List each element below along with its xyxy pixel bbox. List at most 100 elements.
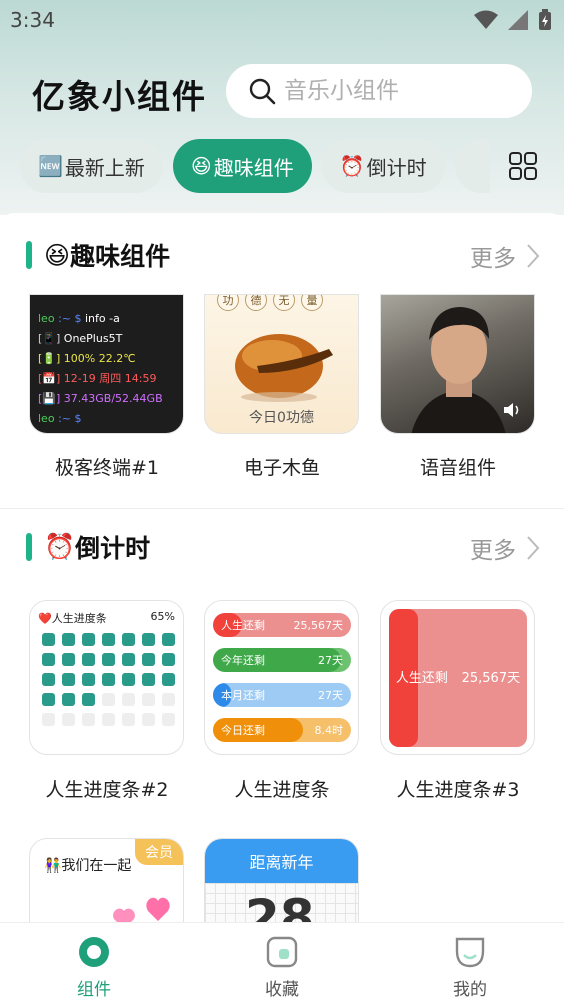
progress-dot bbox=[42, 633, 55, 646]
alarm-clock-icon: ⏰ bbox=[339, 154, 365, 178]
status-time: 3:34 bbox=[10, 8, 55, 32]
progress-dot bbox=[142, 713, 155, 726]
section-header: ⏰ 倒计时 更多 bbox=[26, 527, 540, 567]
signal-icon bbox=[508, 10, 528, 30]
progress-dot-grid bbox=[42, 633, 175, 726]
widget-card-new-year[interactable]: 距离新年 28 bbox=[204, 838, 359, 928]
progress-dot bbox=[62, 653, 75, 666]
app-header: 亿象小组件 bbox=[0, 62, 564, 120]
progress-dot bbox=[102, 653, 115, 666]
progress-dot bbox=[122, 653, 135, 666]
widget-card-life-progress-2[interactable]: ❤️人生进度条 65% bbox=[29, 600, 184, 755]
progress-dot bbox=[82, 693, 95, 706]
search-box[interactable] bbox=[226, 64, 532, 118]
grid-menu-icon[interactable] bbox=[508, 151, 538, 181]
tab-latest[interactable]: 🆕 最新上新 bbox=[20, 139, 163, 193]
terminal-line: [📱] OnePlus5T bbox=[38, 332, 123, 345]
progress-dot bbox=[62, 693, 75, 706]
widget-card-life-progress-3[interactable]: 人生还剩 25,567天 bbox=[380, 600, 535, 755]
card-label: 极客终端#1 bbox=[54, 457, 159, 479]
battery-icon bbox=[539, 9, 551, 30]
progress-dot bbox=[42, 653, 55, 666]
widget-icon bbox=[79, 937, 109, 967]
progress-dot bbox=[62, 673, 75, 686]
countdown-bar: 今日还剩 8.4时 bbox=[213, 718, 351, 742]
more-label: 更多 bbox=[470, 538, 516, 564]
tab-countdown[interactable]: ⏰ 倒计时 bbox=[321, 139, 445, 193]
section-title: 倒计时 bbox=[75, 534, 151, 563]
tab-fun[interactable]: 😆 趣味组件 bbox=[172, 139, 312, 193]
countdown-bar-label: 今日还剩 bbox=[221, 724, 265, 737]
card-label: 人生进度条#3 bbox=[396, 779, 520, 801]
nav-item-widgets[interactable]: 组件 bbox=[0, 923, 188, 1004]
more-label: 更多 bbox=[470, 246, 516, 272]
category-tabs: 🆕 最新上新 😆 趣味组件 ⏰ 倒计时 bbox=[20, 139, 490, 193]
tab-more-partial[interactable] bbox=[454, 139, 490, 193]
chevron-right-icon bbox=[527, 536, 540, 560]
progress-title: ❤️人生进度条 bbox=[38, 612, 107, 625]
muyu-word: 德 bbox=[245, 295, 267, 311]
progress-dot bbox=[142, 673, 155, 686]
countdown-bar-label: 人生还剩 bbox=[221, 619, 265, 632]
section-header: 😆 趣味组件 更多 bbox=[26, 235, 540, 275]
section-fun-widgets: 😆 趣味组件 更多 leo :~ $ info -a [📱] OnePlus5T… bbox=[0, 213, 564, 506]
nav-label: 收藏 bbox=[265, 980, 299, 1000]
terminal-line: leo :~ $ bbox=[38, 412, 82, 425]
status-icons bbox=[474, 9, 552, 31]
vip-badge: 会员 bbox=[135, 839, 183, 865]
progress-dot bbox=[62, 713, 75, 726]
bottom-navigation: 组件 收藏 我的 bbox=[0, 922, 564, 1004]
muyu-footer: 今日0功德 bbox=[249, 410, 314, 426]
section-emoji: 😆 bbox=[44, 240, 71, 270]
muyu-words: 功 德 无 量 bbox=[217, 295, 323, 311]
card-label: 语音组件 bbox=[419, 457, 496, 479]
speaker-icon[interactable] bbox=[502, 401, 522, 419]
widget-card-life-progress[interactable]: 人生还剩 25,567天 今年还剩 27天 本月还剩 27天 今日还剩 8.4时 bbox=[204, 600, 359, 755]
widget-card-together[interactable]: 会员 👫我们在一起 bbox=[29, 838, 184, 928]
laughing-icon: 😆 bbox=[190, 154, 212, 178]
progress-dot bbox=[142, 653, 155, 666]
terminal-line: leo :~ $ info -a bbox=[38, 312, 120, 325]
countdown-bar-label: 本月还剩 bbox=[221, 689, 265, 702]
muyu-word: 无 bbox=[273, 295, 295, 311]
progress-dot bbox=[102, 713, 115, 726]
widget-card-muyu[interactable]: 功 德 无 量 今日0功德 bbox=[204, 294, 359, 434]
wifi-icon bbox=[474, 10, 498, 29]
nav-label: 我的 bbox=[453, 980, 487, 1000]
app-title: 亿象小组件 bbox=[32, 77, 207, 116]
tab-label: 最新上新 bbox=[64, 155, 145, 180]
favorite-icon bbox=[266, 936, 298, 968]
progress-dot bbox=[162, 713, 175, 726]
search-input[interactable] bbox=[284, 78, 514, 104]
progress-dot bbox=[122, 633, 135, 646]
progress-dot bbox=[42, 693, 55, 706]
more-link[interactable]: 更多 bbox=[470, 531, 540, 565]
progress-dot bbox=[162, 673, 175, 686]
section-accent-bar bbox=[26, 533, 32, 561]
widget-card-voice[interactable] bbox=[380, 294, 535, 434]
countdown-bar: 本月还剩 27天 bbox=[213, 683, 351, 707]
progress-dot bbox=[42, 713, 55, 726]
progress-dot bbox=[102, 693, 115, 706]
progress-dot bbox=[62, 633, 75, 646]
nav-item-profile[interactable]: 我的 bbox=[376, 923, 564, 1004]
tab-label: 趣味组件 bbox=[213, 155, 294, 180]
more-link[interactable]: 更多 bbox=[470, 239, 540, 273]
section-emoji: ⏰ bbox=[44, 532, 76, 561]
progress-dot bbox=[122, 713, 135, 726]
new-icon: 🆕 bbox=[38, 154, 63, 178]
countdown-bar: 人生还剩 25,567天 bbox=[213, 613, 351, 637]
muyu-word: 量 bbox=[301, 295, 323, 311]
terminal-line: [💾] 37.43GB/52.44GB bbox=[38, 392, 163, 405]
countdown-bar-value: 27天 bbox=[318, 654, 343, 667]
new-year-title: 距离新年 bbox=[205, 839, 358, 883]
countdown-bar-value: 8.4时 bbox=[314, 724, 344, 737]
nav-item-favorites[interactable]: 收藏 bbox=[188, 923, 376, 1004]
widget-card-terminal[interactable]: leo :~ $ info -a [📱] OnePlus5T [🔋] 100% … bbox=[29, 294, 184, 434]
section-countdown: ⏰ 倒计时 更多 ❤️人生进度条 65% 人生进度条#2 人生还剩 25,567天… bbox=[0, 508, 564, 928]
progress-header: ❤️人生进度条 65% bbox=[38, 610, 175, 626]
chevron-right-icon bbox=[527, 244, 540, 268]
progress-text: 人生还剩 25,567天 bbox=[389, 667, 527, 686]
progress-dot bbox=[122, 693, 135, 706]
progress-dot bbox=[102, 673, 115, 686]
